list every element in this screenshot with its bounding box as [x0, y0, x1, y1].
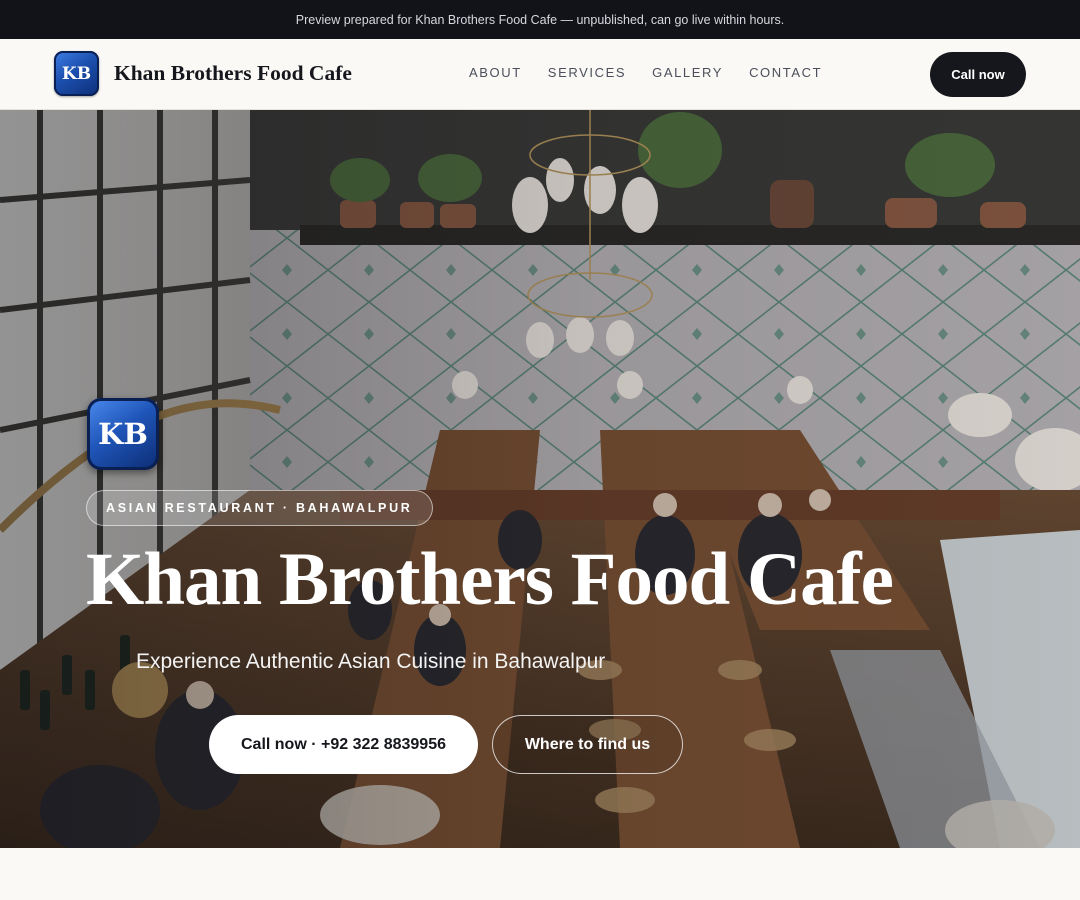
brand-logo[interactable]: KB [54, 51, 99, 96]
hero-title: Khan Brothers Food Cafe [86, 538, 894, 621]
header-call-button[interactable]: Call now [930, 52, 1026, 97]
nav-link-gallery[interactable]: GALLERY [652, 65, 723, 80]
nav-link-about[interactable]: ABOUT [469, 65, 522, 80]
brand-name[interactable]: Khan Brothers Food Cafe [114, 61, 352, 86]
brand-logo-text: KB [61, 63, 92, 84]
where-to-find-us-button[interactable]: Where to find us [492, 715, 683, 774]
site-header: KB Khan Brothers Food Cafe ABOUT SERVICE… [0, 39, 1080, 110]
category-badge: ASIAN RESTAURANT · BAHAWALPUR [86, 490, 433, 526]
preview-banner-text: Preview prepared for Khan Brothers Food … [295, 12, 785, 27]
nav-link-services[interactable]: SERVICES [548, 65, 626, 80]
hero-logo: KB [87, 398, 159, 470]
brand[interactable]: KB Khan Brothers Food Cafe [54, 51, 352, 96]
hero-logo-text: KB [98, 417, 148, 451]
category-badge-text: ASIAN RESTAURANT · BAHAWALPUR [106, 501, 413, 515]
nav-link-contact[interactable]: CONTACT [749, 65, 822, 80]
hero-subtitle: Experience Authentic Asian Cuisine in Ba… [136, 650, 606, 673]
next-section [0, 848, 1080, 900]
preview-banner: Preview prepared for Khan Brothers Food … [0, 0, 1080, 39]
hero-section: KB ASIAN RESTAURANT · BAHAWALPUR Khan Br… [0, 110, 1080, 848]
main-nav: ABOUT SERVICES GALLERY CONTACT [469, 65, 848, 80]
hero-call-button[interactable]: Call now · +92 322 8839956 [209, 715, 478, 774]
